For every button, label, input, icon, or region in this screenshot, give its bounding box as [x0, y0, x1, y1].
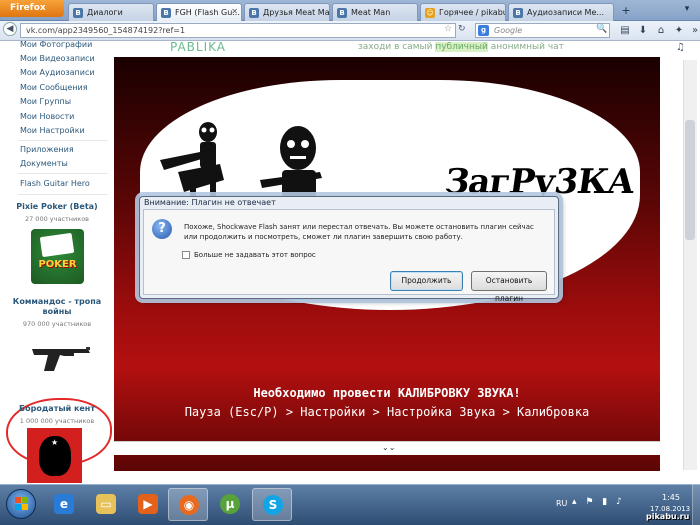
menu-icon[interactable]: »	[688, 24, 700, 38]
dont-ask-checkbox[interactable]	[182, 251, 190, 259]
banner-text-part: анонимный чат	[487, 42, 564, 52]
sidebar-item-documents[interactable]: Документы	[20, 159, 68, 168]
taskbar-media-player[interactable]: ▶	[128, 488, 168, 521]
clock-time[interactable]: 1:45	[656, 493, 686, 502]
sidebar-divider	[18, 194, 108, 195]
vk-icon: B	[337, 8, 347, 18]
tab-label: Друзья Meat Ma...	[263, 8, 330, 17]
vk-icon: B	[513, 8, 523, 18]
sidebar-divider	[18, 173, 108, 174]
tab-label: FGH (Flash Gu...	[175, 8, 240, 17]
poker-logo-text: POKER	[38, 259, 77, 270]
firefox-icon: ◉	[179, 495, 199, 515]
expand-down-icon[interactable]: ⌄⌄	[382, 443, 395, 452]
dont-ask-label[interactable]: Больше не задавать этот вопрос	[194, 251, 316, 259]
ad-title[interactable]: Pixie Poker (Beta)	[3, 202, 111, 212]
sidebar-item-news[interactable]: Мои Новости	[20, 112, 74, 121]
google-icon[interactable]: g	[478, 25, 489, 36]
tab-friends[interactable]: B Друзья Meat Ma...	[244, 3, 330, 21]
firefox-menu-button[interactable]: Firefox	[0, 0, 64, 17]
ad-subtitle: 970 000 участников	[22, 320, 92, 328]
continue-button[interactable]: Продолжить	[390, 271, 463, 291]
ad-title[interactable]: Коммандос - тропа войны	[3, 297, 111, 317]
tray-icons[interactable]: ▴ ⚑ ▮ ♪	[572, 497, 625, 507]
tab-label: Meat Man	[351, 8, 391, 17]
explorer-icon: ▭	[96, 494, 116, 514]
vk-icon: B	[73, 8, 83, 18]
banner-logo[interactable]: PABLIKA	[170, 40, 226, 54]
taskbar-skype[interactable]: S	[252, 488, 292, 521]
tab-pikabu[interactable]: ☺ Горячее / pikabu...	[420, 3, 506, 21]
taskbar-explorer[interactable]: ▭	[86, 488, 126, 521]
language-indicator[interactable]: RU	[556, 499, 567, 508]
tab-label: Аудиозаписи Me...	[527, 8, 605, 17]
tab-list-icon[interactable]: ▾	[680, 4, 694, 18]
sidebar-item-groups[interactable]: Мои Группы	[20, 97, 71, 106]
watermark: pikabu.ru	[646, 512, 690, 521]
banner-text[interactable]: заходи в самый публичный анонимный чат	[358, 42, 564, 52]
che-guevara-ad-image[interactable]: ★	[27, 428, 82, 483]
url-input[interactable]: vk.com/app2349560_154874192?ref=1	[20, 23, 456, 38]
search-input[interactable]: Google	[475, 23, 610, 38]
tab-dialogs[interactable]: B Диалоги	[68, 3, 154, 21]
taskbar-utorrent[interactable]: µ	[210, 488, 250, 521]
search-icon[interactable]: 🔍	[596, 24, 607, 34]
vk-icon: B	[161, 8, 171, 18]
tab-label: Горячее / pikabu...	[439, 8, 505, 17]
vk-icon: B	[249, 8, 259, 18]
reload-icon[interactable]: ↻	[458, 24, 466, 34]
sidebar-item-videos[interactable]: Мои Видеозаписи	[20, 54, 95, 63]
poker-ad-image[interactable]: POKER	[31, 229, 84, 284]
utorrent-icon: µ	[220, 494, 240, 514]
ad-subtitle: 1 000 000 участников	[19, 417, 95, 425]
skype-icon: S	[263, 495, 283, 515]
question-icon: ?	[152, 219, 172, 239]
cards-icon	[39, 232, 75, 258]
ad-title[interactable]: Бородатый кент	[3, 404, 111, 414]
sound-icon[interactable]: ♫	[676, 42, 685, 53]
screen: Firefox B Диалоги B FGH (Flash Gu... ✕ B…	[0, 0, 700, 525]
star-icon: ★	[51, 438, 59, 447]
sidebar-divider	[18, 140, 108, 141]
sidebar-item-flash-guitar-hero[interactable]: Flash Guitar Hero	[20, 179, 90, 188]
back-icon[interactable]: ◀	[3, 22, 17, 36]
show-desktop-button[interactable]	[692, 484, 700, 525]
scrollbar-thumb[interactable]	[685, 120, 695, 240]
bookmark-star-icon[interactable]: ☆	[444, 24, 452, 34]
pikabu-icon: ☺	[425, 8, 435, 18]
start-button[interactable]	[6, 489, 36, 519]
windows-logo-icon	[15, 497, 28, 510]
calibration-warning: Необходимо провести КАЛИБРОВКУ ЗВУКА!	[253, 386, 521, 400]
sidebar-item-messages[interactable]: Мои Сообщения	[20, 83, 88, 92]
dialog-message: Похоже, Shockwave Flash занят или перест…	[184, 223, 534, 241]
tab-meat-man[interactable]: B Meat Man	[332, 3, 418, 21]
close-icon[interactable]: ✕	[231, 7, 238, 16]
sidebar-item-audio[interactable]: Мои Аудиозаписи	[20, 68, 95, 77]
tab-label: Диалоги	[87, 8, 123, 17]
addon-icon[interactable]: ✦	[672, 24, 686, 38]
banner-highlight: публичный	[435, 42, 488, 52]
stop-plugin-button[interactable]: Остановить плагин	[471, 271, 547, 303]
media-player-icon: ▶	[138, 494, 158, 514]
bookmarks-icon[interactable]: ▤	[618, 24, 632, 38]
taskbar-firefox[interactable]: ◉	[168, 488, 208, 521]
banner-text-part: заходи в самый	[358, 42, 436, 52]
tab-audio[interactable]: B Аудиозаписи Me...	[508, 3, 614, 21]
sidebar-item-apps[interactable]: Приложения	[20, 145, 74, 154]
tab-fgh[interactable]: B FGH (Flash Gu... ✕	[156, 3, 242, 21]
dialog-title: Внимание: Плагин не отвечает	[144, 198, 276, 207]
sidebar-item-settings[interactable]: Мои Настройки	[20, 126, 85, 135]
ad-subtitle: 27 000 участников	[24, 215, 90, 223]
sidebar-item-photos[interactable]: Мои Фотографии	[20, 40, 92, 49]
new-tab-button[interactable]: +	[618, 4, 634, 18]
taskbar-ie[interactable]: e	[44, 488, 84, 521]
download-icon[interactable]: ⬇	[636, 24, 650, 38]
pistol-ad-image[interactable]	[30, 343, 94, 373]
home-icon[interactable]: ⌂	[654, 24, 668, 38]
calibration-instructions: Пауза (Esc/P) > Настройки > Настройка Зв…	[184, 405, 590, 419]
ie-icon: e	[54, 494, 74, 514]
